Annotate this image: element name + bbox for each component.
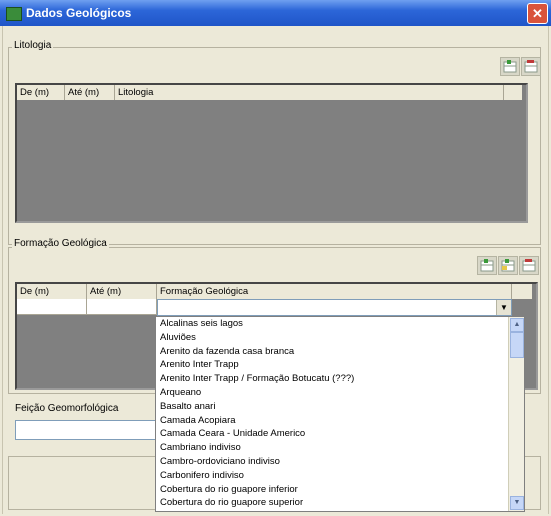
dropdown-option[interactable]: Cobertura do rio guapore inferior <box>156 483 524 497</box>
dropdown-option[interactable]: Arqueano <box>156 386 524 400</box>
dropdown-option[interactable]: Camada Acopiara <box>156 414 524 428</box>
window-title: Dados Geológicos <box>26 6 132 20</box>
dropdown-option[interactable]: Arenito Inter Trapp / Formação Botucatu … <box>156 372 524 386</box>
dropdown-option[interactable]: Camada Ceara - Unidade Americo <box>156 427 524 441</box>
dropdown-option[interactable]: Carbonifero indiviso <box>156 469 524 483</box>
remove-row-icon[interactable] <box>519 256 539 275</box>
formacao-group-title: Formação Geológica <box>12 238 109 249</box>
formacao-grid-header: De (m) Até (m) Formação Geológica <box>17 284 532 299</box>
column-header-ate[interactable]: Até (m) <box>65 85 115 100</box>
litologia-grid-header: De (m) Até (m) Litologia <box>17 85 522 100</box>
dropdown-option[interactable]: Alcalinas seis lagos <box>156 317 524 331</box>
litologia-grid[interactable]: De (m) Até (m) Litologia <box>15 83 528 223</box>
dropdown-option[interactable]: Cobertura do rio guapore superior <box>156 496 524 510</box>
chevron-down-icon[interactable]: ▼ <box>496 300 511 315</box>
column-header-ate[interactable]: Até (m) <box>87 284 157 299</box>
insert-row-icon[interactable] <box>498 256 518 275</box>
scroll-thumb[interactable] <box>510 332 524 358</box>
dropdown-option[interactable]: Cambro-ordoviciano indiviso <box>156 455 524 469</box>
add-row-icon[interactable] <box>500 57 520 76</box>
feicao-label: Feição Geomorfológica <box>15 403 119 414</box>
close-button[interactable]: ✕ <box>527 3 548 24</box>
scroll-up-icon[interactable]: ▲ <box>510 318 524 332</box>
add-row-icon[interactable] <box>477 256 497 275</box>
column-header-de[interactable]: De (m) <box>17 85 65 100</box>
cell-ate[interactable] <box>87 299 157 315</box>
title-bar: Dados Geológicos ✕ <box>0 0 551 26</box>
column-header-de[interactable]: De (m) <box>17 284 87 299</box>
column-header-formacao[interactable]: Formação Geológica <box>157 284 512 299</box>
scroll-down-icon[interactable]: ▼ <box>510 496 524 510</box>
remove-row-icon[interactable] <box>521 57 541 76</box>
cell-de[interactable] <box>17 299 87 315</box>
dropdown-option[interactable]: Arenito Inter Trapp <box>156 358 524 372</box>
dropdown-scrollbar[interactable]: ▲ ▼ <box>508 317 524 511</box>
dropdown-option[interactable]: Arenito da fazenda casa branca <box>156 345 524 359</box>
litologia-group-title: Litologia <box>12 40 54 51</box>
formacao-combobox[interactable]: ▼ <box>157 299 512 316</box>
feicao-input[interactable] <box>15 420 160 440</box>
dropdown-items: Alcalinas seis lagos Aluviões Arenito da f… <box>156 317 524 510</box>
dropdown-option[interactable]: Cambriano indiviso <box>156 441 524 455</box>
grid-icon <box>6 7 22 21</box>
dropdown-option[interactable]: Aluviões <box>156 331 524 345</box>
formacao-dropdown-list[interactable]: Alcalinas seis lagos Aluviões Arenito da f… <box>155 316 525 512</box>
dropdown-option[interactable]: Basalto anari <box>156 400 524 414</box>
column-header-litologia[interactable]: Litologia <box>115 85 504 100</box>
